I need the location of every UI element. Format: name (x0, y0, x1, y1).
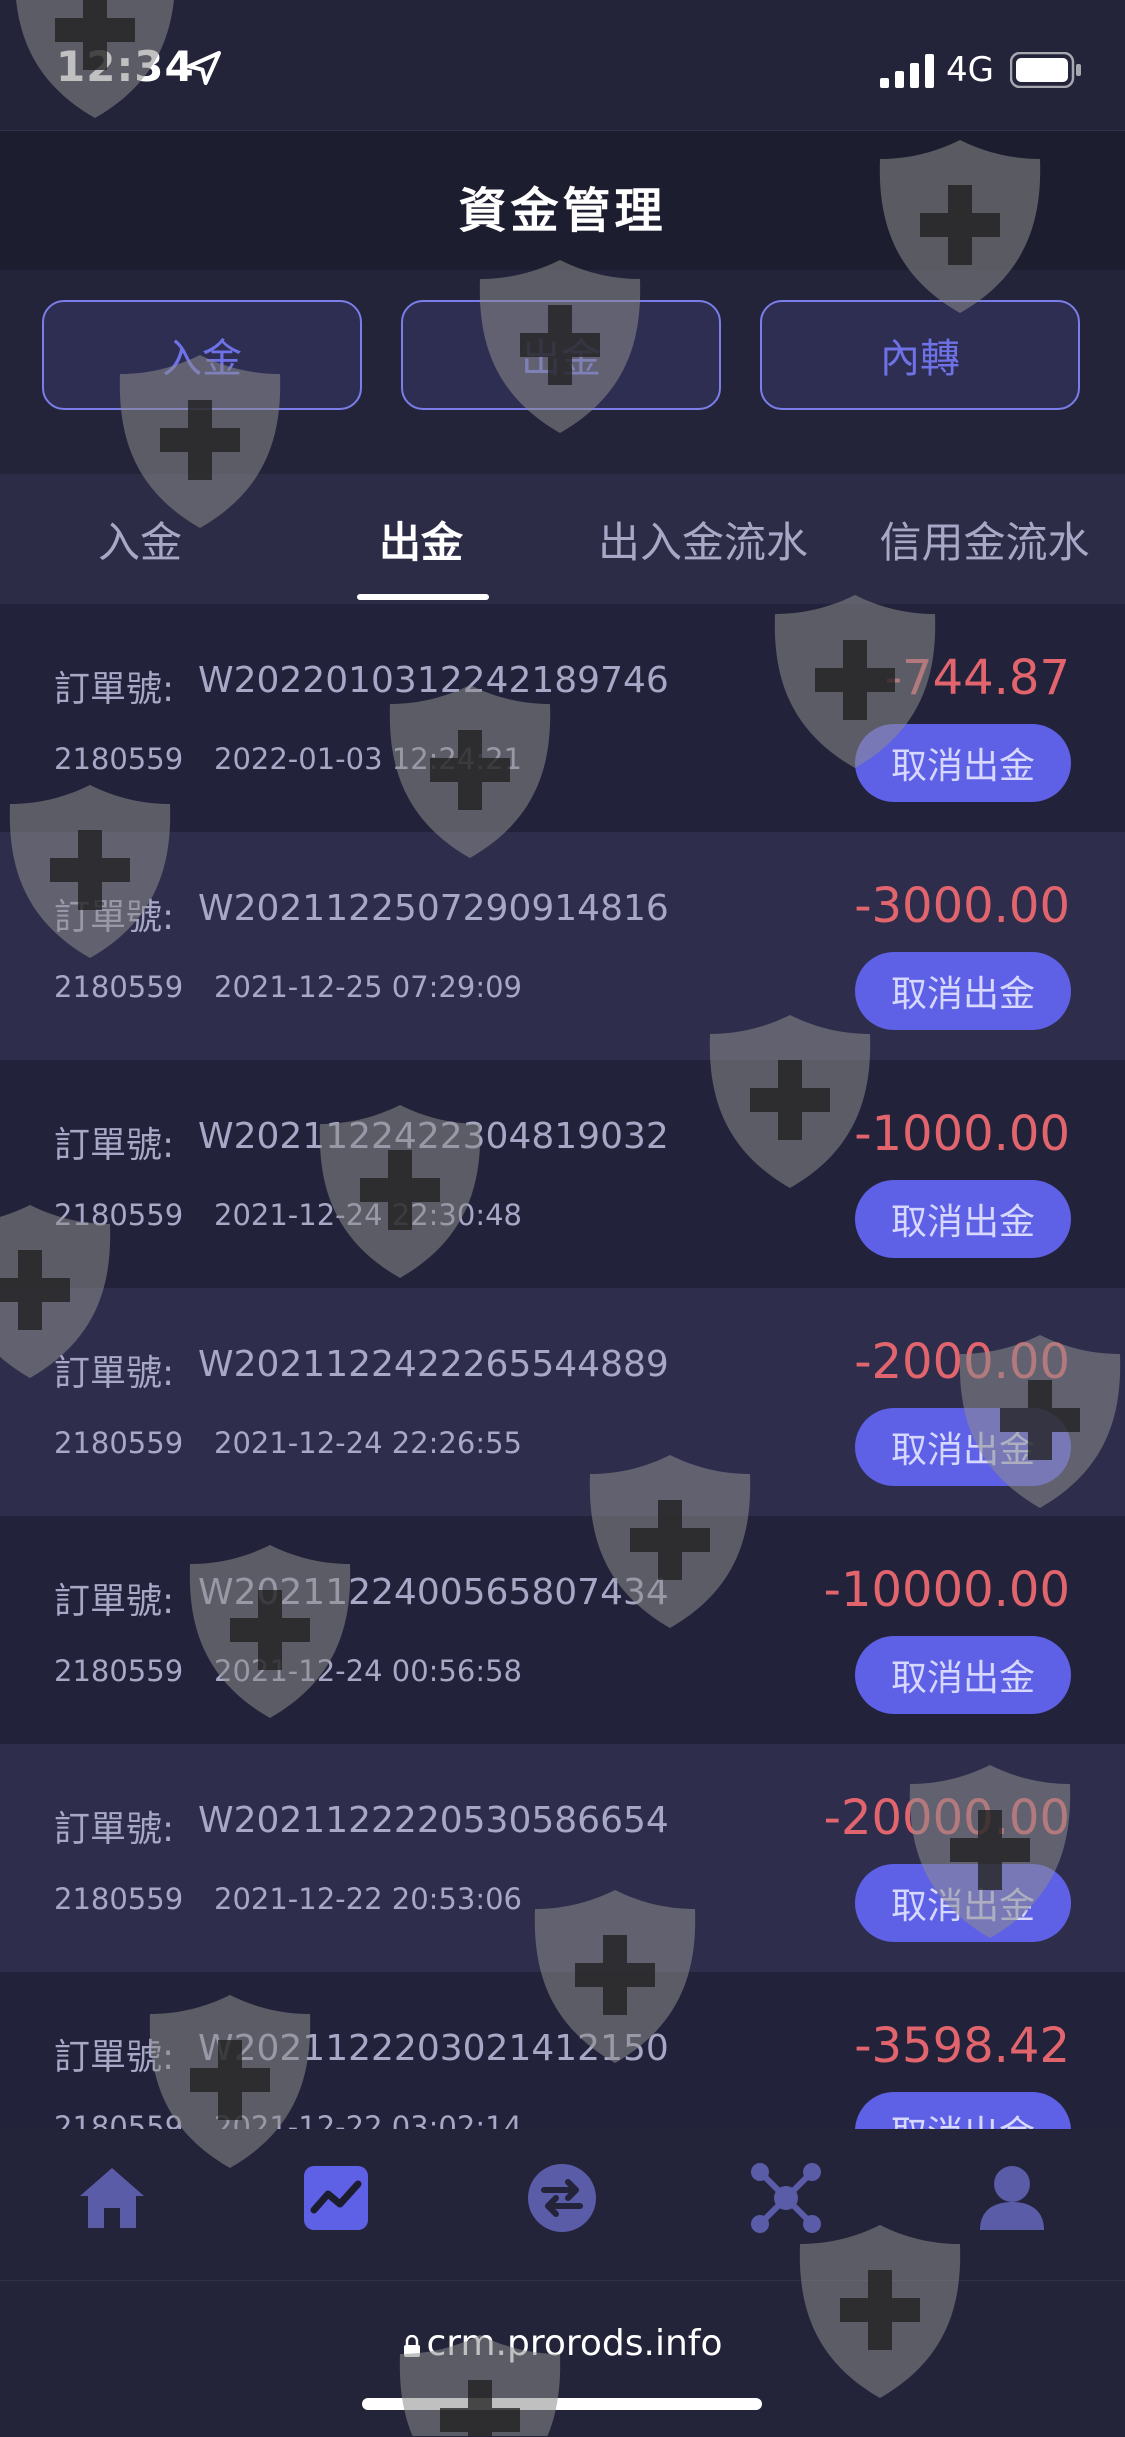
order-time: 2021-12-22 03:02:14 (214, 2110, 522, 2129)
cancel-withdrawal-button[interactable]: 取消出金 (855, 1408, 1071, 1486)
list-item: 訂單號: W2021122220530586654 2180559 2021-1… (0, 1744, 1125, 1972)
account-id: 2180559 (54, 1426, 184, 1460)
order-time: 2021-12-25 07:29:09 (214, 970, 522, 1004)
network-type: 4G (946, 50, 994, 90)
list-item: 訂單號: W2021122422304819032 2180559 2021-1… (0, 1060, 1125, 1288)
order-number: W2021122400565807434 (198, 1572, 669, 1613)
cancel-withdrawal-button[interactable]: 取消出金 (855, 1636, 1071, 1714)
bottom-nav (0, 2130, 1125, 2280)
cancel-withdrawal-button[interactable]: 取消出金 (855, 952, 1071, 1030)
amount: -20000.00 (823, 1790, 1070, 1846)
lock-icon (403, 2335, 420, 2357)
amount: -10000.00 (823, 1562, 1070, 1618)
order-number-label: 訂單號: (54, 1125, 175, 1166)
tab-credit-flow[interactable]: 信用金流水 (844, 474, 1125, 604)
amount: -3000.00 (854, 878, 1070, 934)
tab-withdraw[interactable]: 出金 (281, 474, 561, 604)
order-number-label: 訂單號: (54, 669, 175, 710)
status-time: 12:34 (56, 42, 195, 91)
action-bar: 入金 出金 內轉 (0, 270, 1125, 474)
tab-deposit[interactable]: 入金 (0, 474, 280, 604)
cancel-withdrawal-button[interactable]: 取消出金 (855, 724, 1071, 802)
amount: -1000.00 (854, 1106, 1070, 1162)
cancel-withdrawal-button[interactable]: 取消出金 (855, 2092, 1071, 2129)
account-id: 2180559 (54, 1882, 184, 1916)
order-number: W2021122422265544889 (198, 1344, 669, 1385)
cancel-withdrawal-button[interactable]: 取消出金 (855, 1180, 1071, 1258)
cancel-withdrawal-button[interactable]: 取消出金 (855, 1864, 1071, 1942)
account-id: 2180559 (54, 1654, 184, 1688)
tab-fund-flow[interactable]: 出入金流水 (562, 474, 844, 604)
status-bar: 12:34 4G (0, 0, 1125, 130)
list-item: 訂單號: W2021122507290914816 2180559 2021-1… (0, 832, 1125, 1060)
browser-address-bar[interactable]: crm.prorods.info (0, 2280, 1125, 2437)
list-item: 訂單號: W2021122422265544889 2180559 2021-1… (0, 1288, 1125, 1516)
list-item: 訂單號: W2021122203021412150 2180559 2021-1… (0, 1972, 1125, 2129)
order-number: W2021122422304819032 (198, 1116, 669, 1157)
chart-icon[interactable] (296, 2158, 376, 2238)
tab-bar: 入金 出金 出入金流水 信用金流水 (0, 474, 1125, 604)
order-number: W2021122203021412150 (198, 2028, 669, 2069)
order-time: 2021-12-22 20:53:06 (214, 1882, 522, 1916)
amount: -3598.42 (854, 2018, 1070, 2074)
user-icon[interactable] (972, 2158, 1052, 2238)
withdrawal-list: 訂單號: W2022010312242189746 2180559 2022-0… (0, 604, 1125, 2129)
signal-icon (880, 54, 934, 88)
battery-icon (1010, 52, 1081, 88)
order-number: W2021122507290914816 (198, 888, 669, 929)
order-time: 2021-12-24 22:26:55 (214, 1426, 522, 1460)
page-title: 資金管理 (458, 183, 667, 239)
order-time: 2021-12-24 22:30:48 (214, 1198, 522, 1232)
url-display[interactable]: crm.prorods.info (0, 2323, 1125, 2364)
list-item: 訂單號: W2022010312242189746 2180559 2022-0… (0, 604, 1125, 832)
order-number: W2022010312242189746 (198, 660, 669, 701)
order-number-label: 訂單號: (54, 1581, 175, 1622)
transfer-icon[interactable] (522, 2158, 602, 2238)
account-id: 2180559 (54, 970, 184, 1004)
order-time: 2021-12-24 00:56:58 (214, 1654, 522, 1688)
amount: -2000.00 (854, 1334, 1070, 1390)
deposit-button[interactable]: 入金 (42, 300, 362, 410)
order-number: W2021122220530586654 (198, 1800, 669, 1841)
list-item: 訂單號: W2021122400565807434 2180559 2021-1… (0, 1516, 1125, 1744)
account-id: 2180559 (54, 1198, 184, 1232)
order-number-label: 訂單號: (54, 2037, 175, 2078)
network-icon[interactable] (746, 2158, 826, 2238)
app-header: 資金管理 (0, 130, 1125, 271)
active-tab-indicator (357, 594, 489, 600)
order-number-label: 訂單號: (54, 1809, 175, 1850)
amount: -744.87 (884, 650, 1070, 706)
account-id: 2180559 (54, 742, 184, 776)
order-time: 2022-01-03 12:24:21 (214, 742, 522, 776)
withdraw-button[interactable]: 出金 (401, 300, 721, 410)
url-text: crm.prorods.info (426, 2323, 723, 2364)
order-number-label: 訂單號: (54, 1353, 175, 1394)
order-number-label: 訂單號: (54, 897, 175, 938)
home-icon[interactable] (72, 2158, 152, 2238)
internal-transfer-button[interactable]: 內轉 (760, 300, 1080, 410)
home-indicator[interactable] (362, 2398, 762, 2410)
location-arrow-icon (187, 51, 221, 85)
account-id: 2180559 (54, 2110, 184, 2129)
